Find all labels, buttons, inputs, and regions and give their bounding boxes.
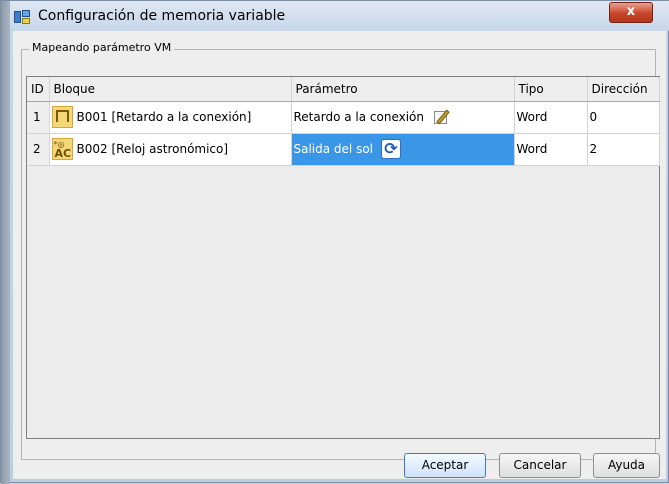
column-header-bloque[interactable]: Bloque [49,77,292,102]
group-legend: Mapeando parámetro VM [29,41,175,54]
astronomical-clock-icon: *◎ AC [51,138,73,160]
help-button[interactable]: Ayuda [593,453,660,478]
column-header-parametro[interactable]: Parámetro [291,77,515,102]
dialog-window: Configuración de memoria variable x Mape… [0,0,669,484]
edit-icon[interactable] [434,109,452,125]
title-bar[interactable]: Configuración de memoria variable x [10,1,669,31]
accept-button[interactable]: Aceptar [404,453,486,478]
parameter-table[interactable]: ID Bloque Parámetro Tipo Dirección 1 B00… [26,76,660,439]
direccion-cell[interactable]: 0 [587,101,660,134]
table-row[interactable]: 2 *◎ AC B002 [Reloj astronómico] Salida … [27,133,660,166]
parametro-label: Retardo a la conexión [293,110,425,124]
parametro-cell-selected[interactable]: Salida del sol ⟳ [291,133,515,166]
table-header-row: ID Bloque Parámetro Tipo Dirección [27,77,660,102]
row-id: 2 [27,133,50,166]
bloque-label: B002 [Reloj astronómico] [76,142,229,156]
column-header-direccion[interactable]: Dirección [587,77,660,102]
window-left-border [1,1,10,484]
refresh-icon[interactable]: ⟳ [381,139,401,159]
app-icon [14,10,30,24]
table-row[interactable]: 1 B001 [Retardo a la conexión] Retardo a… [27,101,660,134]
tipo-cell[interactable]: Word [514,133,588,166]
tipo-cell[interactable]: Word [514,101,588,134]
bloque-cell[interactable]: B001 [Retardo a la conexión] [49,101,292,134]
column-header-id[interactable]: ID [27,77,50,102]
parametro-label: Salida del sol [293,142,374,156]
cancel-button[interactable]: Cancelar [499,453,581,478]
window-title: Configuración de memoria variable [38,8,286,24]
on-delay-pulse-icon [51,106,73,128]
bloque-cell[interactable]: *◎ AC B002 [Reloj astronómico] [49,133,292,166]
column-header-tipo[interactable]: Tipo [514,77,588,102]
close-button[interactable]: x [609,2,653,23]
bloque-label: B001 [Retardo a la conexión] [76,110,252,124]
row-id: 1 [27,101,50,134]
dialog-content: Mapeando parámetro VM ID Bloque Parámetr… [13,31,666,479]
direccion-cell[interactable]: 2 [587,133,660,166]
parametro-cell[interactable]: Retardo a la conexión [291,101,515,134]
